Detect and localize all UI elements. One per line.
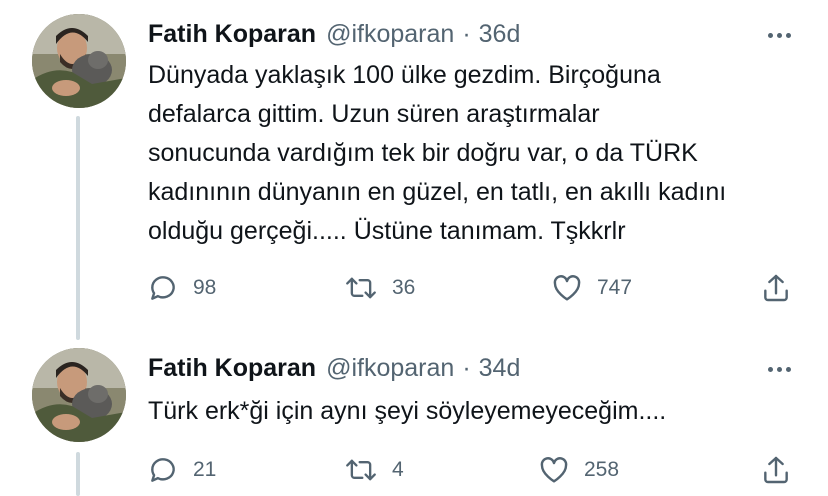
tweet-header: Fatih Koparan @ifkoparan · 34d [148,352,768,384]
separator-dot: · [462,353,471,382]
like-button[interactable]: 258 [538,450,619,490]
avatar[interactable] [32,14,126,108]
heart-icon [540,457,568,483]
action-bar: 21 4 258 [0,450,828,490]
author-name[interactable]: Fatih Koparan [148,20,316,49]
like-count: 747 [597,276,633,299]
avatar[interactable] [32,348,126,442]
share-button[interactable] [760,268,792,308]
more-icon[interactable] [764,20,794,50]
reply-icon [151,458,175,482]
tweet-text-line: sonucunda vardığım tek bir doğru var, o … [148,139,698,167]
tweet-text-line: olduğu gerçeği..... Üstüne tanımam. Tşkk… [148,217,626,245]
like-count: 258 [584,458,620,481]
action-bar: 98 36 747 [0,268,828,308]
tweet-text: Türk erk*ği için aynı şeyi söyleyemeyece… [148,392,788,431]
retweet-button[interactable]: 4 [344,450,404,490]
retweet-icon [346,277,376,299]
author-handle[interactable]: @ifkoparan [326,20,454,49]
tweet[interactable]: Fatih Koparan @ifkoparan · 36d Dünyada y… [0,0,828,340]
more-icon[interactable] [764,354,794,384]
tweet-text-line: Türk erk*ği için aynı şeyi söyleyemeyece… [148,397,667,425]
author-name[interactable]: Fatih Koparan [148,354,316,383]
tweet-text: Dünyada yaklaşık 100 ülke gezdim. Birçoğ… [148,56,788,251]
retweet-button[interactable]: 36 [344,268,415,308]
reply-icon [151,276,175,300]
separator-dot: · [462,19,471,48]
timestamp[interactable]: 34d [479,354,521,383]
reply-count: 21 [193,458,217,481]
retweet-count: 36 [392,276,416,299]
tweet-text-line: kadınının dünyanın en güzel, en tatlı, e… [148,178,727,206]
tweet-text-line: Dünyada yaklaşık 100 ülke gezdim. Birçoğ… [148,61,661,89]
reply-button[interactable]: 21 [147,450,216,490]
like-button[interactable]: 747 [551,268,632,308]
reply-button[interactable]: 98 [147,268,216,308]
author-handle[interactable]: @ifkoparan [326,354,454,383]
share-icon [764,274,788,302]
retweet-icon [346,459,376,481]
reply-count: 98 [193,276,217,299]
timestamp[interactable]: 36d [479,20,521,49]
heart-icon [553,275,581,301]
tweet-text-line: defalarca gittim. Uzun süren araştırmala… [148,100,600,128]
tweet-header: Fatih Koparan @ifkoparan · 36d [148,18,768,50]
tweet[interactable]: Fatih Koparan @ifkoparan · 34d Türk erk*… [0,340,828,496]
share-button[interactable] [760,450,792,490]
retweet-count: 4 [392,458,404,481]
share-icon [764,456,788,484]
